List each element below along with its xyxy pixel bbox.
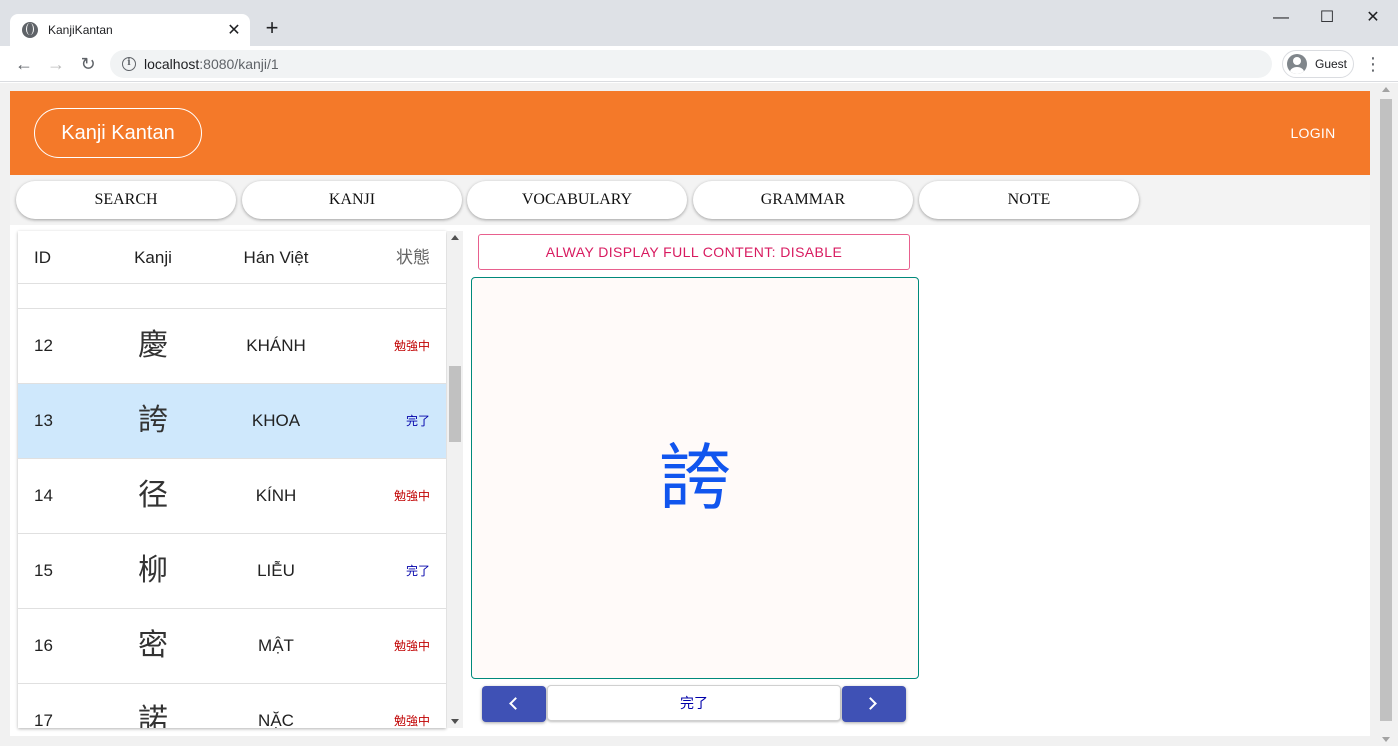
status-toggle-button[interactable]: 完了 [547,685,841,721]
table-row[interactable]: 15 柳 LIỄU 完了 [18,534,446,609]
column-header-id[interactable]: ID [34,231,51,284]
row-kanji: 慶 [138,328,168,363]
back-arrow-icon[interactable]: ← [12,52,36,76]
profile-name: Guest [1315,57,1348,71]
tab-title: KanjiKantan [48,23,113,37]
chevron-left-icon [509,697,522,710]
row-id: 14 [34,486,53,505]
table-row[interactable]: 13 誇 KHOA 完了 [18,384,446,459]
row-status-badge: 完了 [405,564,430,578]
full-content-toggle-button[interactable]: ALWAY DISPLAY FULL CONTENT: DISABLE [478,234,910,270]
kanji-flashcard[interactable]: 誇 [471,277,919,679]
info-icon[interactable]: i [122,57,136,71]
row-kanji: 径 [138,478,168,513]
row-id: 13 [34,411,53,430]
row-han-viet: MẬT [258,636,294,655]
login-button[interactable]: LOGIN [1270,121,1356,145]
url-host: localhost [144,56,200,72]
row-status-badge: 勉強中 [393,489,430,503]
nav-note-button[interactable]: NOTE [919,181,1139,219]
minimize-icon[interactable]: — [1258,6,1304,30]
scroll-up-icon[interactable] [451,235,459,240]
tab-close-icon[interactable]: ✕ [222,20,246,40]
close-window-icon[interactable]: ✕ [1350,6,1396,30]
table-row[interactable]: 17 諾 NẶC 勉強中 [18,684,446,728]
row-id: 17 [34,711,53,728]
new-tab-icon[interactable]: + [260,16,284,40]
row-status-badge: 勉強中 [393,714,430,728]
table-header: ID Kanji Hán Việt 状態 [18,231,446,284]
brand-logo-button[interactable]: Kanji Kantan [34,108,202,158]
url-path: :8080/kanji/1 [199,56,279,72]
page-scrollbar[interactable] [1378,83,1394,746]
flashcard-kanji: 誇 [658,436,731,520]
row-kanji: 誇 [138,403,168,438]
next-button[interactable] [842,686,906,722]
nav-vocabulary-button[interactable]: VOCABULARY [467,181,687,219]
row-status-badge: 勉強中 [393,339,430,353]
row-han-viet: LIỄU [257,561,295,580]
browser-tab[interactable]: KanjiKantan ✕ [10,14,250,46]
row-status-badge: 勉強中 [393,639,430,653]
row-han-viet: KHOA [251,411,301,430]
main-nav: SEARCH KANJI VOCABULARY GRAMMAR NOTE [10,175,1370,225]
table-scrollbar[interactable] [447,231,463,728]
page-scroll-down-icon[interactable] [1382,737,1390,742]
reload-icon[interactable]: ↻ [76,52,100,76]
table-row[interactable]: 16 密 MẬT 勉強中 [18,609,446,684]
page-scrollbar-thumb[interactable] [1380,99,1392,721]
table-row[interactable]: 14 径 KÍNH 勉強中 [18,459,446,534]
chevron-right-icon [864,697,877,710]
nav-kanji-button[interactable]: KANJI [242,181,462,219]
globe-icon [22,22,38,38]
nav-search-button[interactable]: SEARCH [16,181,236,219]
nav-grammar-button[interactable]: GRAMMAR [693,181,913,219]
row-id: 12 [34,336,53,355]
row-kanji: 密 [138,628,168,663]
previous-button[interactable] [482,686,546,722]
column-header-kanji[interactable]: Kanji [113,231,193,284]
kanji-table: ID Kanji Hán Việt 状態 12 慶 KHÁNH 勉強中 13 誇 KHOA 完… [18,231,446,728]
more-menu-icon[interactable]: ⋮ [1364,52,1382,76]
app-root: Kanji Kantan LOGIN SEARCH KANJI VOCABULA… [10,91,1370,736]
row-id: 16 [34,636,53,655]
row-han-viet: NẶC [258,711,294,728]
address-bar[interactable]: i localhost:8080/kanji/1 [110,50,1272,78]
avatar-icon [1287,54,1307,74]
row-kanji: 柳 [138,553,168,588]
browser-titlebar: KanjiKantan ✕ + — ☐ ✕ [0,0,1398,46]
maximize-icon[interactable]: ☐ [1304,6,1350,30]
forward-arrow-icon[interactable]: → [44,52,68,76]
column-header-han-viet[interactable]: Hán Việt [216,231,336,284]
profile-button[interactable]: Guest [1282,50,1354,78]
page-viewport: Kanji Kantan LOGIN SEARCH KANJI VOCABULA… [0,83,1398,746]
row-han-viet: KHÁNH [246,336,306,355]
row-id: 15 [34,561,53,580]
page-scroll-up-icon[interactable] [1382,87,1390,92]
scrollbar-thumb[interactable] [449,366,461,442]
column-header-status[interactable]: 状態 [396,231,430,284]
table-row[interactable]: 12 慶 KHÁNH 勉強中 [18,309,446,384]
row-kanji: 諾 [138,703,168,728]
row-han-viet: KÍNH [255,486,297,505]
browser-toolbar: ← → ↻ i localhost:8080/kanji/1 Guest ⋮ [0,46,1398,82]
scroll-down-icon[interactable] [451,719,459,724]
row-status-badge: 完了 [405,414,430,428]
app-header: Kanji Kantan LOGIN [10,91,1370,175]
